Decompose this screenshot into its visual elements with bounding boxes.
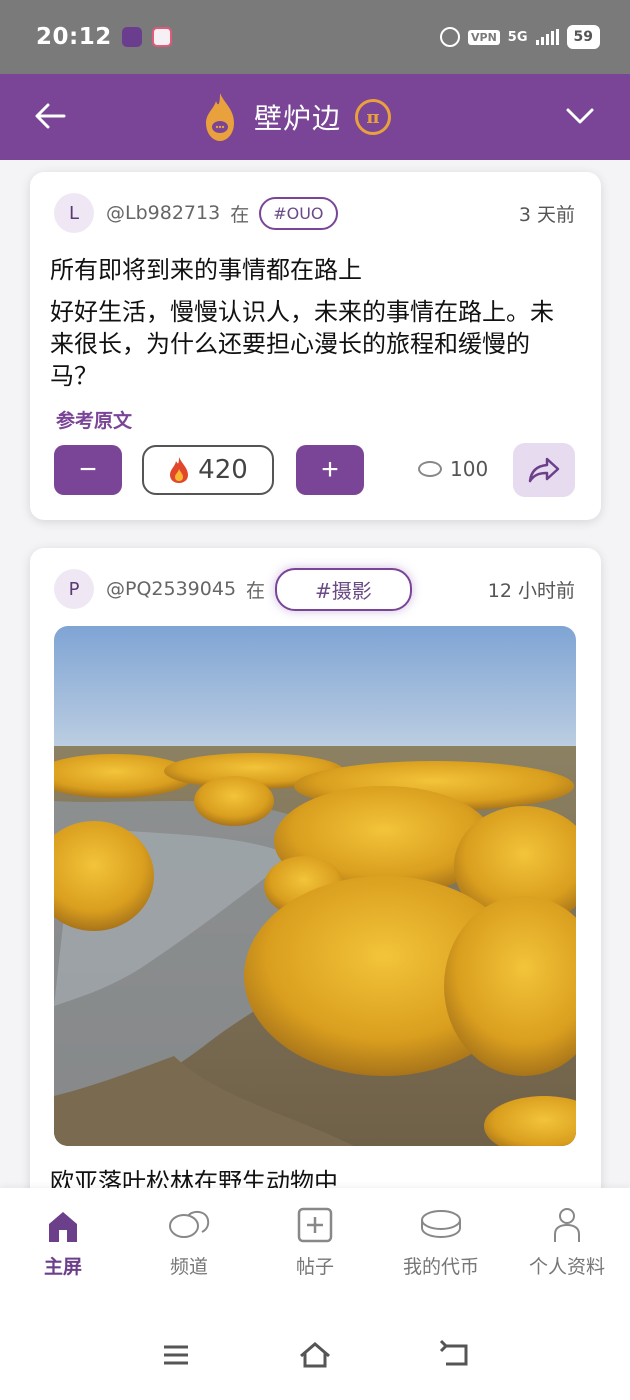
score-box: 420 bbox=[142, 445, 274, 495]
alarm-icon bbox=[440, 27, 461, 47]
status-time: 20:12 bbox=[36, 24, 112, 50]
status-left: 20:12 bbox=[36, 24, 172, 50]
notification-app-icon-2 bbox=[151, 27, 172, 47]
signal-icon bbox=[535, 29, 559, 45]
post-card[interactable]: L @Lb982713 在 #OUO 3 天前 所有即将到来的事情都在路上 好好… bbox=[30, 172, 601, 520]
nav-label: 我的代币 bbox=[402, 1256, 479, 1278]
nav-item-profile[interactable]: 个人资料 bbox=[507, 1206, 627, 1279]
nav-label: 帖子 bbox=[295, 1256, 334, 1278]
network-type: 5G bbox=[507, 29, 528, 45]
home-system-icon[interactable] bbox=[297, 1338, 333, 1372]
upvote-button[interactable]: + bbox=[296, 445, 364, 495]
vpn-badge: VPN bbox=[468, 29, 500, 45]
coin-stack-icon bbox=[421, 1210, 461, 1239]
username[interactable]: @PQ2539045 bbox=[106, 578, 236, 600]
back-arrow-icon[interactable] bbox=[30, 96, 70, 136]
battery-icon: 59 bbox=[566, 25, 600, 49]
username[interactable]: @Lb982713 bbox=[106, 202, 220, 224]
share-button[interactable] bbox=[513, 443, 575, 497]
share-icon bbox=[528, 457, 560, 483]
larch-forest-photo bbox=[54, 626, 576, 1146]
score-value: 420 bbox=[198, 455, 248, 485]
in-word: 在 bbox=[246, 579, 266, 602]
chevron-down-icon[interactable] bbox=[560, 96, 600, 136]
flame-logo-icon bbox=[206, 93, 234, 141]
downvote-button[interactable]: − bbox=[54, 445, 122, 495]
nav-item-my-coins[interactable]: 我的代币 bbox=[381, 1206, 501, 1279]
avatar[interactable]: L bbox=[54, 193, 94, 233]
menu-icon[interactable] bbox=[158, 1338, 194, 1372]
notification-app-icon bbox=[121, 27, 142, 47]
status-right: VPN 5G 59 bbox=[440, 25, 600, 49]
header-center: 壁炉边 π bbox=[200, 82, 392, 152]
post-time: 3 天前 bbox=[518, 203, 575, 226]
chat-bubbles-icon bbox=[169, 1210, 210, 1238]
post-photo[interactable] bbox=[54, 626, 576, 1146]
post-header: P @PQ2539045 在 #摄影 12 小时前 bbox=[54, 567, 575, 611]
coin-count: 100 bbox=[418, 457, 488, 481]
post-time: 12 小时前 bbox=[487, 579, 575, 602]
nav-item-posts[interactable]: 帖子 bbox=[255, 1206, 375, 1279]
page-title: 壁炉边 bbox=[254, 102, 342, 135]
nav-item-channels[interactable]: 频道 bbox=[129, 1206, 249, 1279]
battery-level: 59 bbox=[573, 29, 593, 45]
nav-label: 主屏 bbox=[43, 1256, 82, 1278]
coin-icon bbox=[418, 461, 442, 477]
status-bar: 20:12 VPN 5G 59 bbox=[0, 0, 630, 74]
coin-value: 100 bbox=[450, 457, 489, 481]
post-title: 所有即将到来的事情都在路上 bbox=[50, 256, 362, 284]
bottom-nav: 主屏 频道 帖子 我的代币 个人资料 bbox=[0, 1188, 630, 1400]
post-header: L @Lb982713 在 #OUO 3 天前 bbox=[54, 192, 575, 234]
post-actions: − 420 + 100 bbox=[54, 443, 575, 497]
post-body: 好好生活，慢慢认识人，未来的事情在路上。未来很长，为什么还要担心漫长的旅程和缓慢… bbox=[50, 298, 554, 390]
nav-label: 个人资料 bbox=[528, 1256, 605, 1278]
app-header: 壁炉边 π bbox=[0, 74, 630, 160]
pi-coin-icon[interactable]: π bbox=[355, 99, 392, 135]
back-system-icon[interactable] bbox=[436, 1338, 472, 1372]
avatar[interactable]: P bbox=[54, 569, 94, 609]
channel-chip[interactable]: #摄影 bbox=[275, 567, 412, 611]
view-original-link[interactable]: 参考原文 bbox=[56, 406, 132, 433]
nav-item-home[interactable]: 主屏 bbox=[3, 1206, 123, 1279]
channel-chip[interactable]: #OUO bbox=[259, 196, 338, 230]
fire-icon bbox=[170, 457, 189, 483]
system-nav-bar bbox=[0, 1328, 630, 1388]
in-word: 在 bbox=[230, 203, 250, 226]
post-card[interactable]: P @PQ2539045 在 #摄影 12 小时前 欧亚落叶松林在野生动物中 bbox=[30, 548, 601, 1208]
home-icon bbox=[49, 1212, 77, 1242]
nav-label: 频道 bbox=[169, 1256, 208, 1278]
plus-square-icon bbox=[297, 1207, 333, 1243]
person-icon bbox=[554, 1208, 580, 1242]
